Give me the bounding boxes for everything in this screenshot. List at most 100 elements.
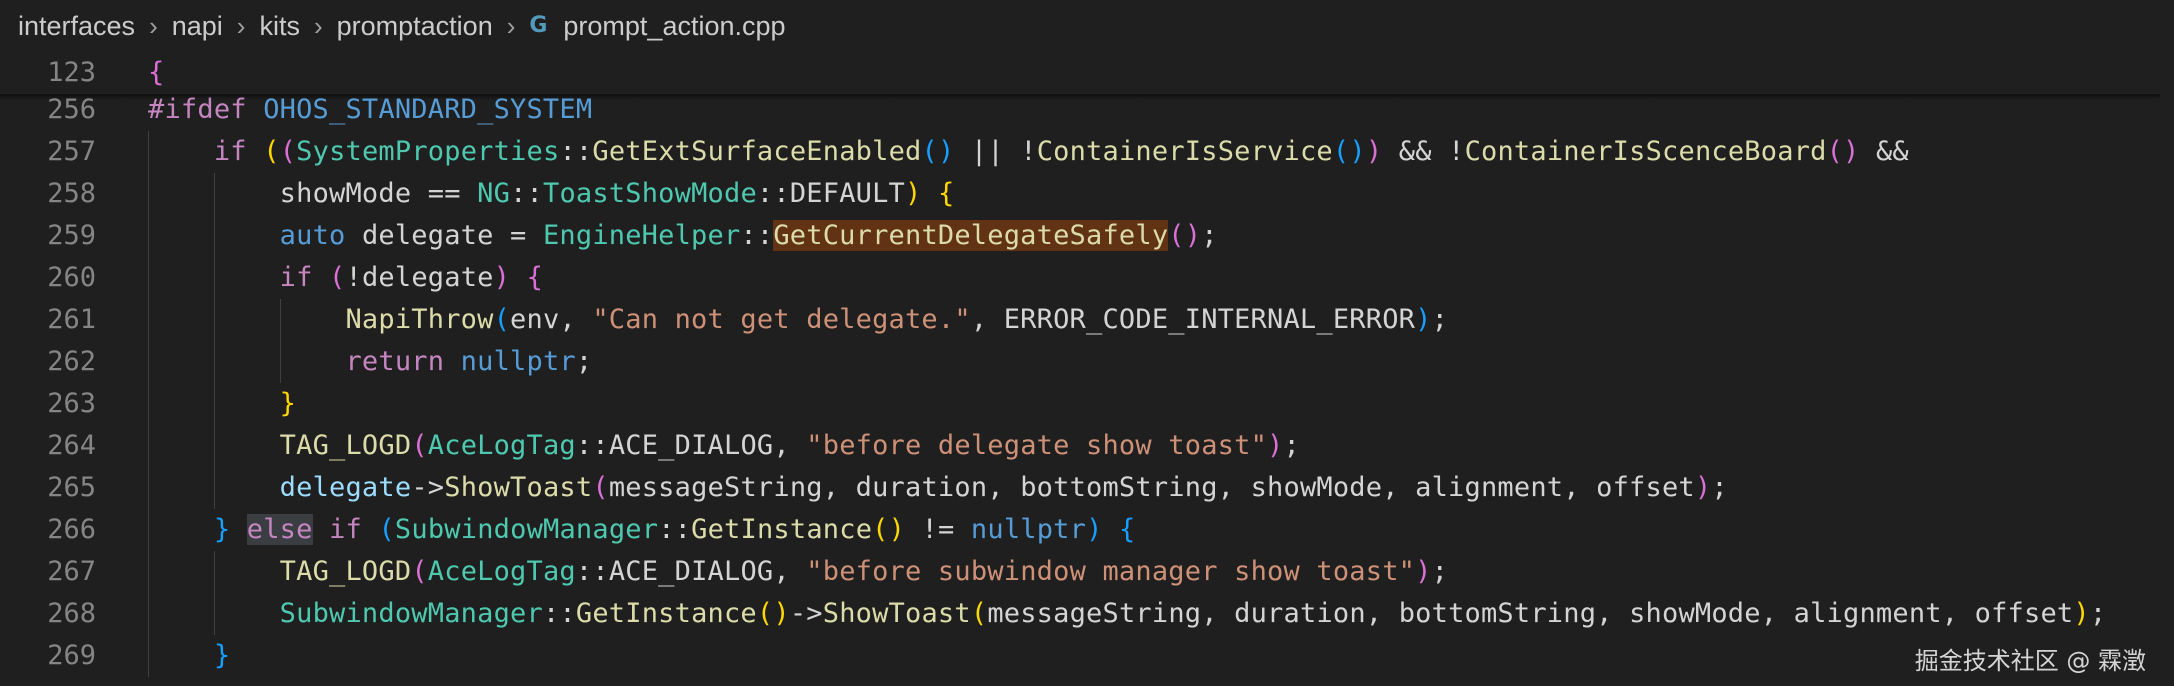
code-text: showMode == NG::ToastShowMode::DEFAULT) … [148, 173, 955, 215]
chevron-right-icon: › [506, 10, 516, 41]
line-number: 258 [47, 178, 96, 209]
code-token: ) [1086, 514, 1103, 545]
code-text: } else if (SubwindowManager::GetInstance… [148, 509, 1136, 551]
code-token: return [345, 346, 445, 377]
vertical-scrollbar[interactable] [2160, 52, 2174, 686]
code-token: SubwindowManager [279, 598, 543, 629]
code-token: :: [658, 514, 692, 545]
code-line[interactable]: 264 TAG_LOGD(AceLogTag::ACE_DIALOG, "bef… [0, 425, 2174, 467]
code-token: AceLogTag [427, 430, 576, 461]
chevron-right-icon: › [236, 10, 246, 41]
code-token: != [905, 514, 971, 545]
code-token: ACE_DIALOG, [608, 556, 807, 587]
code-token: ( [378, 514, 395, 545]
code-line[interactable]: 267 TAG_LOGD(AceLogTag::ACE_DIALOG, "bef… [0, 551, 2174, 593]
code-line[interactable]: 256 #ifdef OHOS_STANDARD_SYSTEM [0, 89, 2174, 131]
code-token: ; [2089, 598, 2107, 629]
code-token: ContainerIsService [1036, 136, 1333, 167]
code-token: -> [789, 598, 823, 629]
code-text: delegate->ShowToast(messageString, durat… [148, 467, 1728, 509]
code-token: () [1332, 136, 1366, 167]
breadcrumb-item-napi[interactable]: napi [172, 11, 223, 42]
code-token: { [526, 262, 544, 293]
line-number: 262 [47, 346, 96, 377]
code-text: SubwindowManager::GetInstance()->ShowToa… [148, 593, 2106, 635]
breadcrumb-item-kits[interactable]: kits [259, 11, 300, 42]
code-text: #ifdef OHOS_STANDARD_SYSTEM [148, 89, 592, 131]
code-token: :: [575, 430, 609, 461]
code-token: messageString, duration, bottomString, s… [608, 472, 1695, 503]
indent-guide [213, 551, 215, 635]
code-token: messageString, duration, bottomString, s… [987, 598, 2074, 629]
indent-guide [148, 131, 149, 677]
code-token: NapiThrow [345, 304, 494, 335]
code-token: env, [510, 304, 593, 335]
chevron-right-icon: › [149, 10, 158, 41]
code-token: { [937, 178, 955, 209]
sticky-scroll-line[interactable]: 123 { [0, 52, 2174, 94]
code-token: SystemProperties [296, 136, 560, 167]
code-line[interactable]: 266 } else if (SubwindowManager::GetInst… [0, 509, 2174, 551]
code-line[interactable]: 262 return nullptr; [0, 341, 2174, 383]
code-token: ( [411, 430, 428, 461]
code-token: ; [575, 346, 593, 377]
code-token: () [872, 514, 906, 545]
code-line[interactable]: 261 NapiThrow(env, "Can not get delegate… [0, 299, 2174, 341]
code-token: ) [1415, 556, 1432, 587]
code-token: ACE_DIALOG, [608, 430, 807, 461]
line-number: 256 [47, 94, 96, 125]
code-text: } [148, 383, 296, 425]
code-token: ) [1267, 430, 1284, 461]
code-line[interactable]: 260 if (!delegate) { [0, 257, 2174, 299]
code-text: TAG_LOGD(AceLogTag::ACE_DIALOG, "before … [148, 425, 1300, 467]
code-token: "before subwindow manager show toast" [806, 556, 1416, 587]
code-token: :: [575, 556, 609, 587]
code-token: == [411, 178, 478, 209]
line-number: 268 [47, 598, 96, 629]
code-token: GetInstance [691, 514, 873, 545]
code-token: && [1859, 136, 1909, 167]
code-token: :: [559, 136, 593, 167]
code-token: () [1168, 220, 1202, 251]
code-token: ; [1431, 304, 1449, 335]
code-token: ( [263, 136, 280, 167]
code-token: ; [1431, 556, 1449, 587]
code-token: NG [477, 178, 511, 209]
code-token: ( [279, 136, 297, 167]
code-token: GetCurrentDelegateSafely [773, 220, 1169, 251]
code-token: if [213, 136, 247, 167]
code-token: ShowToast [444, 472, 593, 503]
code-text: { [148, 57, 165, 88]
breadcrumb-item-promptaction[interactable]: promptaction [337, 11, 493, 42]
code-token: ShowToast [822, 598, 971, 629]
code-line[interactable]: 265 delegate->ShowToast(messageString, d… [0, 467, 2174, 509]
code-line[interactable]: 259 auto delegate = EngineHelper::GetCur… [0, 215, 2174, 257]
code-token: nullptr [970, 514, 1087, 545]
code-text: TAG_LOGD(AceLogTag::ACE_DIALOG, "before … [148, 551, 1448, 593]
code-token: showMode [279, 178, 412, 209]
breadcrumb-file[interactable]: prompt_action.cpp [563, 11, 785, 42]
code-token: ( [493, 304, 511, 335]
breadcrumb-item-interfaces[interactable]: interfaces [18, 11, 135, 42]
indent-guide [279, 299, 281, 383]
code-line[interactable]: 258 showMode == NG::ToastShowMode::DEFAU… [0, 173, 2174, 215]
code-token: :: [542, 598, 576, 629]
code-text: NapiThrow(env, "Can not get delegate.", … [148, 299, 1448, 341]
code-text: auto delegate = EngineHelper::GetCurrent… [148, 215, 1218, 257]
line-number: 257 [47, 136, 96, 167]
code-line[interactable]: 269 } [0, 635, 2174, 677]
code-token: DEFAULT [789, 178, 906, 209]
code-line[interactable]: 257 if ((SystemProperties::GetExtSurface… [0, 131, 2174, 173]
line-number: 267 [47, 556, 96, 587]
line-number: 261 [47, 304, 96, 335]
line-number: 266 [47, 514, 96, 545]
code-line[interactable]: 263 } [0, 383, 2174, 425]
line-number: 260 [47, 262, 96, 293]
code-line[interactable]: 268 SubwindowManager::GetInstance()->Sho… [0, 593, 2174, 635]
